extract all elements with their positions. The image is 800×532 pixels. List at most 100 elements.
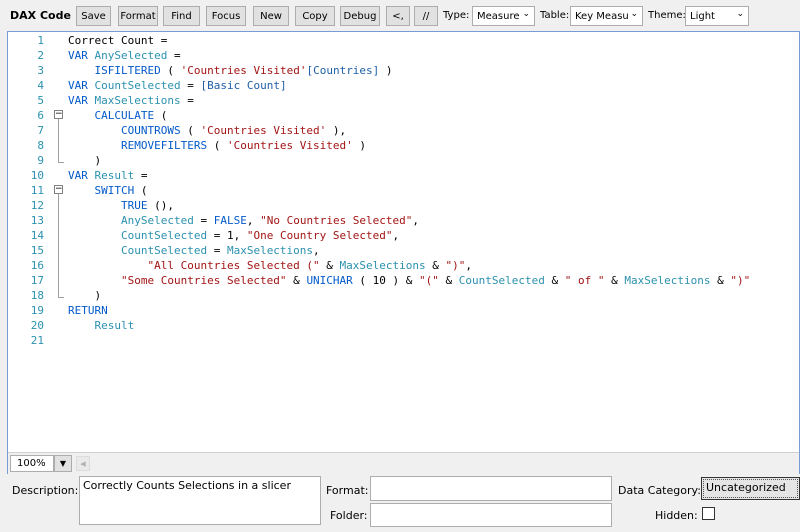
table-select[interactable]: Key Measu ⌄: [570, 6, 643, 26]
code-token: TRUE: [120, 199, 148, 212]
format-field[interactable]: [370, 476, 612, 501]
code-line[interactable]: VAR CountSelected = [Basic Count]: [68, 78, 287, 93]
focus-button[interactable]: Focus: [206, 6, 246, 26]
folder-field[interactable]: [370, 503, 612, 527]
code-line[interactable]: VAR AnySelected =: [68, 48, 181, 63]
code-line[interactable]: RETURN: [68, 303, 108, 318]
code-token: VAR: [68, 79, 95, 92]
scroll-left-arrow-icon[interactable]: ◀: [76, 456, 90, 471]
zoom-level-input[interactable]: 100%: [10, 455, 54, 472]
description-field[interactable]: Correctly Counts Selections in a slicer: [79, 476, 321, 525]
code-token: ): [68, 154, 102, 167]
code-token: MaxSelections: [226, 244, 314, 257]
code-line[interactable]: CountSelected = MaxSelections,: [68, 243, 320, 258]
folder-label: Folder:: [330, 509, 368, 522]
code-token: ): [352, 139, 367, 152]
code-line[interactable]: SWITCH (: [68, 183, 148, 198]
line-number: 15: [30, 244, 44, 257]
code-line[interactable]: ): [68, 153, 101, 168]
code-line[interactable]: ): [68, 288, 101, 303]
code-line[interactable]: TRUE (),: [68, 198, 174, 213]
code-token: ")": [445, 259, 466, 272]
save-button[interactable]: Save: [76, 6, 111, 26]
code-editor[interactable]: 1 2 3 4 5 6 7 8 9 10 11 12 13 14 15 16 17 18 19 20 21 − − Co…: [7, 31, 800, 474]
code-line[interactable]: VAR Result =: [68, 168, 148, 183]
code-token: 'Countries Visited': [226, 139, 353, 152]
code-token: RETURN: [68, 304, 108, 317]
comment-button[interactable]: //: [414, 6, 438, 26]
line-number: 9: [37, 154, 44, 167]
code-line[interactable]: ISFILTERED ( 'Countries Visited'[Countri…: [68, 63, 393, 78]
line-number: 13: [30, 214, 44, 227]
code-line[interactable]: VAR MaxSelections =: [68, 93, 194, 108]
code-token: CountSelected: [458, 274, 545, 287]
toolbar: DAX Code Save Format Find Focus New Copy…: [0, 0, 800, 32]
copy-button[interactable]: Copy: [295, 6, 335, 26]
line-number: 12: [30, 199, 44, 212]
code-token: AnySelected: [94, 49, 168, 62]
zoom-dropdown-button[interactable]: ▼: [54, 455, 72, 472]
code-token: ,: [412, 214, 420, 227]
format-label: Format:: [326, 484, 369, 497]
code-line[interactable]: "Some Countries Selected" & UNICHAR ( 10…: [68, 273, 750, 288]
code-token: = 1,: [207, 229, 247, 242]
code-line[interactable]: CountSelected = 1, "One Country Selected…: [68, 228, 399, 243]
data-category-label: Data Category:: [618, 484, 701, 497]
table-select-value: Key Measu: [575, 10, 629, 22]
code-line[interactable]: COUNTROWS ( 'Countries Visited' ),: [68, 123, 346, 138]
line-number: 14: [30, 229, 44, 242]
hidden-label: Hidden:: [655, 509, 698, 522]
code-token: ,: [246, 214, 261, 227]
code-token: ( 10 ) &: [352, 274, 420, 287]
code-token: ),: [326, 124, 347, 137]
debug-button[interactable]: Debug: [340, 6, 380, 26]
line-number: 8: [37, 139, 44, 152]
type-label: Type:: [443, 10, 470, 21]
code-line[interactable]: AnySelected = FALSE, "No Countries Selec…: [68, 213, 419, 228]
code-token: VAR: [68, 169, 95, 182]
code-line[interactable]: Result: [68, 318, 135, 333]
code-token: (: [180, 124, 201, 137]
code-token: "All Countries Selected (": [147, 259, 320, 272]
code-line[interactable]: REMOVEFILTERS ( 'Countries Visited' ): [68, 138, 366, 153]
code-token: (: [154, 109, 168, 122]
code-line[interactable]: Correct Count =: [68, 33, 167, 48]
hidden-checkbox[interactable]: [702, 507, 715, 520]
line-number: 6: [37, 109, 44, 122]
collapse-icon[interactable]: −: [54, 185, 63, 194]
code-token: VAR: [68, 94, 95, 107]
code-token: ): [68, 289, 102, 302]
code-token: ): [379, 64, 393, 77]
code-token: MaxSelections: [624, 274, 711, 287]
code-line[interactable]: CALCULATE (: [68, 108, 168, 123]
data-category-select[interactable]: Uncategorized: [701, 477, 800, 500]
new-button[interactable]: New: [253, 6, 289, 26]
type-select[interactable]: Measure ⌄: [472, 6, 535, 26]
code-token: =: [180, 79, 201, 92]
format-button[interactable]: Format: [118, 6, 158, 26]
code-token: [Countries]: [306, 64, 380, 77]
code-token: [Basic Count]: [200, 79, 287, 92]
chevron-down-icon: ⌄: [630, 9, 638, 19]
code-token: "One Country Selected": [246, 229, 393, 242]
code-token: "(": [419, 274, 439, 287]
code-token: (: [160, 64, 181, 77]
code-token: FALSE: [213, 214, 247, 227]
code-token: AnySelected: [120, 214, 194, 227]
theme-select[interactable]: Light ⌄: [685, 6, 749, 26]
code-token: ,: [465, 259, 473, 272]
fold-guide-end: [58, 162, 64, 163]
line-number: 3: [37, 64, 44, 77]
collapse-icon[interactable]: −: [54, 110, 63, 119]
find-button[interactable]: Find: [163, 6, 200, 26]
comma-toggle-button[interactable]: <,: [386, 6, 410, 26]
code-line[interactable]: "All Countries Selected (" & MaxSelectio…: [68, 258, 472, 273]
code-token: &: [438, 274, 459, 287]
